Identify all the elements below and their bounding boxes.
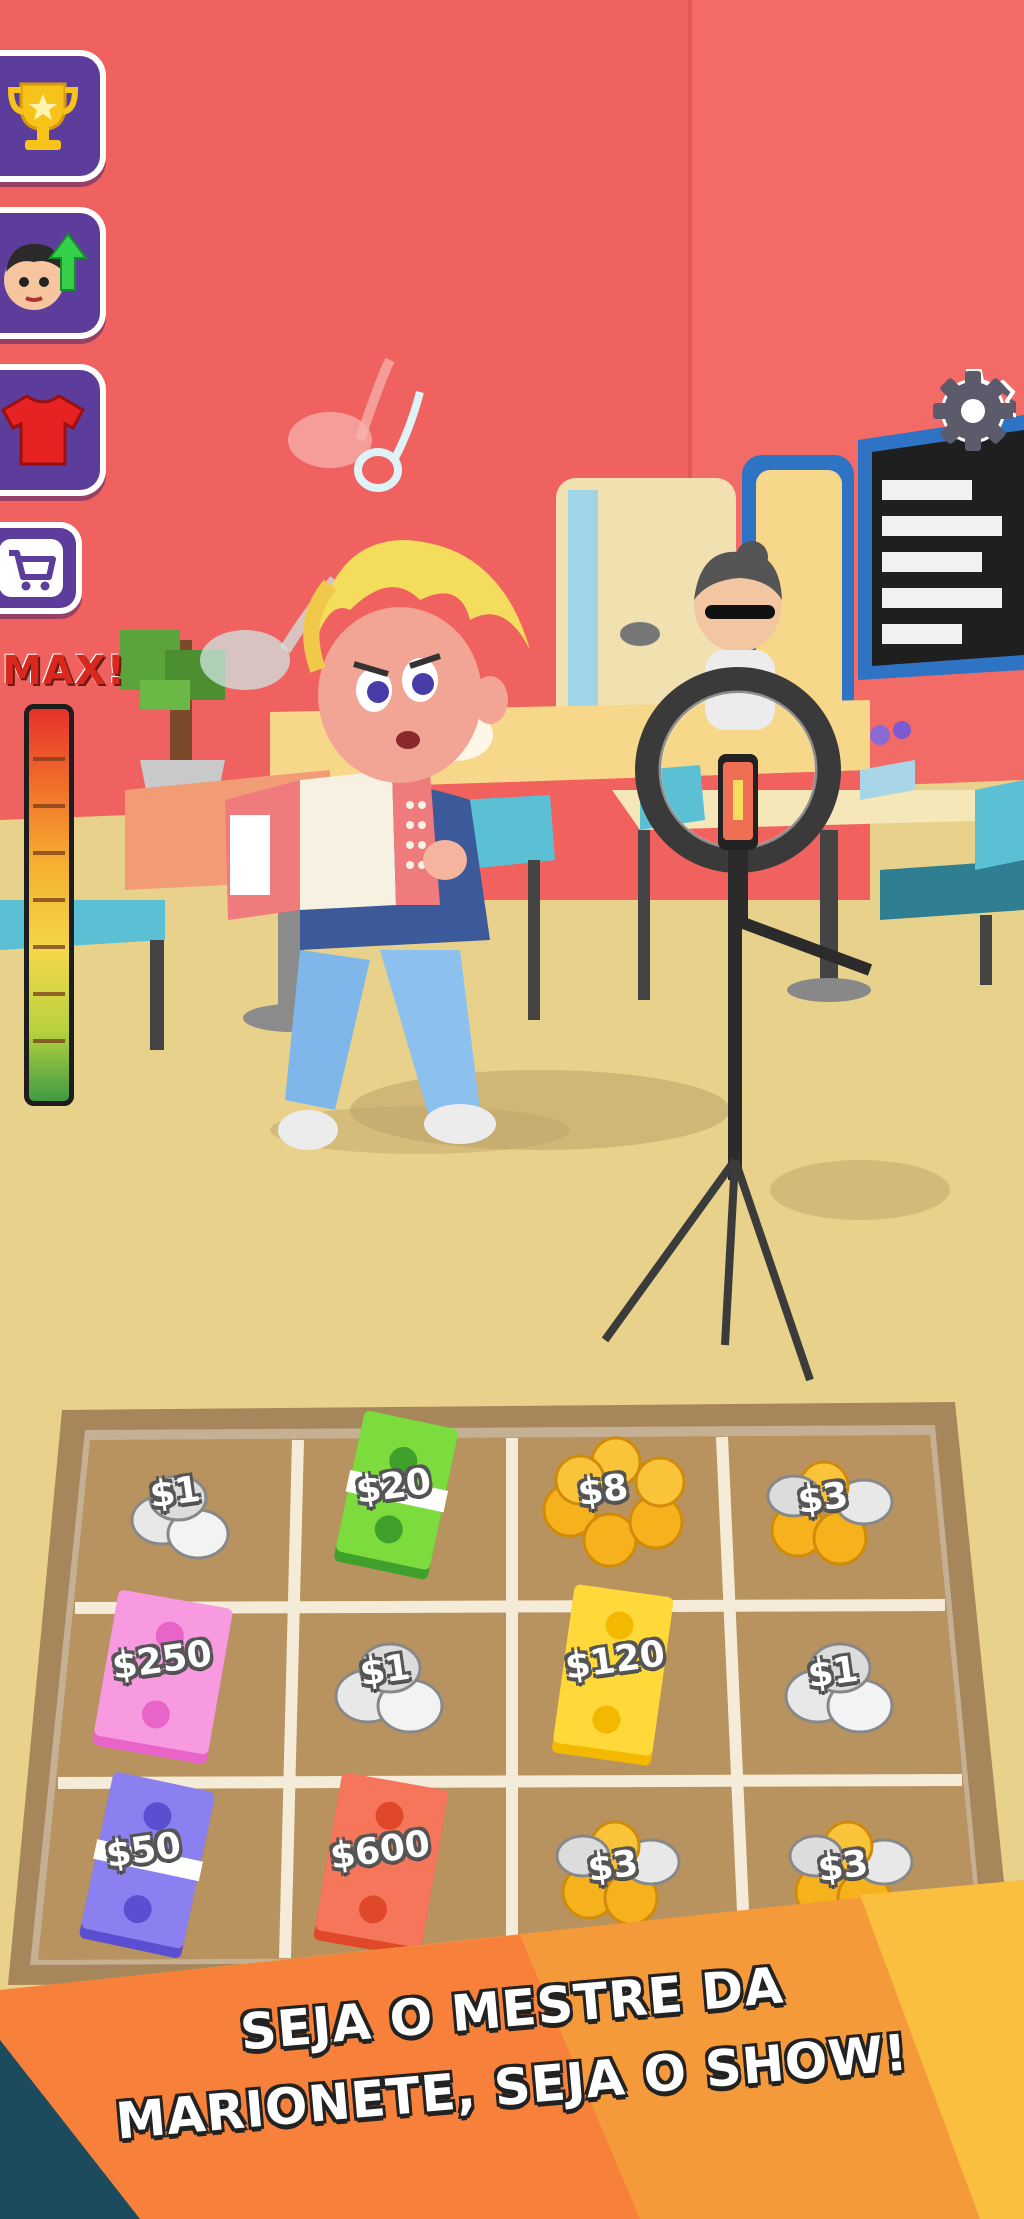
- cart-icon: [0, 539, 63, 597]
- settings-button[interactable]: [930, 368, 1023, 454]
- performance-meter: [24, 704, 74, 1106]
- tshirt-icon: [1, 394, 85, 466]
- character-upgrade-icon: [4, 232, 88, 310]
- game-scene: [0, 0, 1024, 2219]
- outfit-button[interactable]: [0, 364, 106, 496]
- character-upgrade-button[interactable]: [0, 207, 106, 339]
- leaderboard-button[interactable]: [0, 50, 106, 182]
- gear-icon: [933, 369, 1023, 451]
- shop-button[interactable]: [0, 522, 82, 614]
- menu-board: [858, 415, 1024, 680]
- trophy-icon: [7, 82, 79, 150]
- meter-max-label: MAX!: [2, 648, 126, 694]
